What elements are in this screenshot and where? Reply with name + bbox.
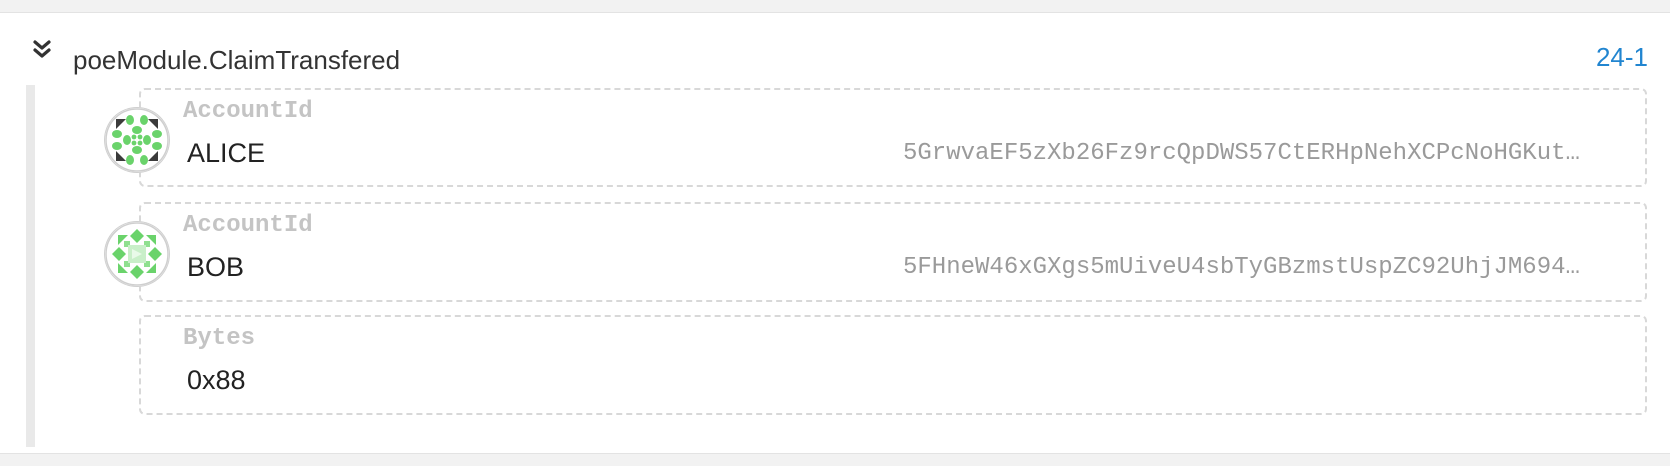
param-bytes: Bytes 0x88 — [139, 315, 1647, 415]
event-card: poeModule.ClaimTransfered 24-1 AccountId… — [0, 12, 1670, 454]
account-address: 5GrwvaEF5zXb26Fz9rcQpDWS57CtERHpNehXCPcN… — [903, 142, 1583, 166]
bytes-value: 0x88 — [187, 365, 246, 395]
param-type-label: AccountId — [183, 98, 313, 125]
chevrons-down-icon[interactable] — [31, 39, 53, 61]
event-block-link[interactable]: 24-1 — [1596, 44, 1648, 70]
param-account-bob: AccountId BOB 5FHneW46xGXgs5mUiveU4sbTyG… — [139, 202, 1647, 302]
event-name: poeModule.ClaimTransfered — [73, 45, 401, 75]
account-address: 5FHneW46xGXgs5mUiveU4sbTyGBzmstUspZC92Uh… — [903, 256, 1583, 280]
param-type-label: Bytes — [183, 325, 256, 352]
param-account-alice: AccountId ALICE 5GrwvaEF5zXb26Fz9rcQpDWS… — [139, 88, 1647, 187]
account-name: BOB — [187, 252, 245, 282]
params-left-bar — [26, 85, 35, 447]
event-header[interactable]: poeModule.ClaimTransfered 24-1 — [0, 13, 1670, 85]
param-type-label: AccountId — [183, 212, 313, 239]
identicon-avatar[interactable] — [104, 107, 170, 173]
account-name: ALICE — [187, 138, 266, 168]
identicon-avatar[interactable] — [104, 221, 170, 287]
